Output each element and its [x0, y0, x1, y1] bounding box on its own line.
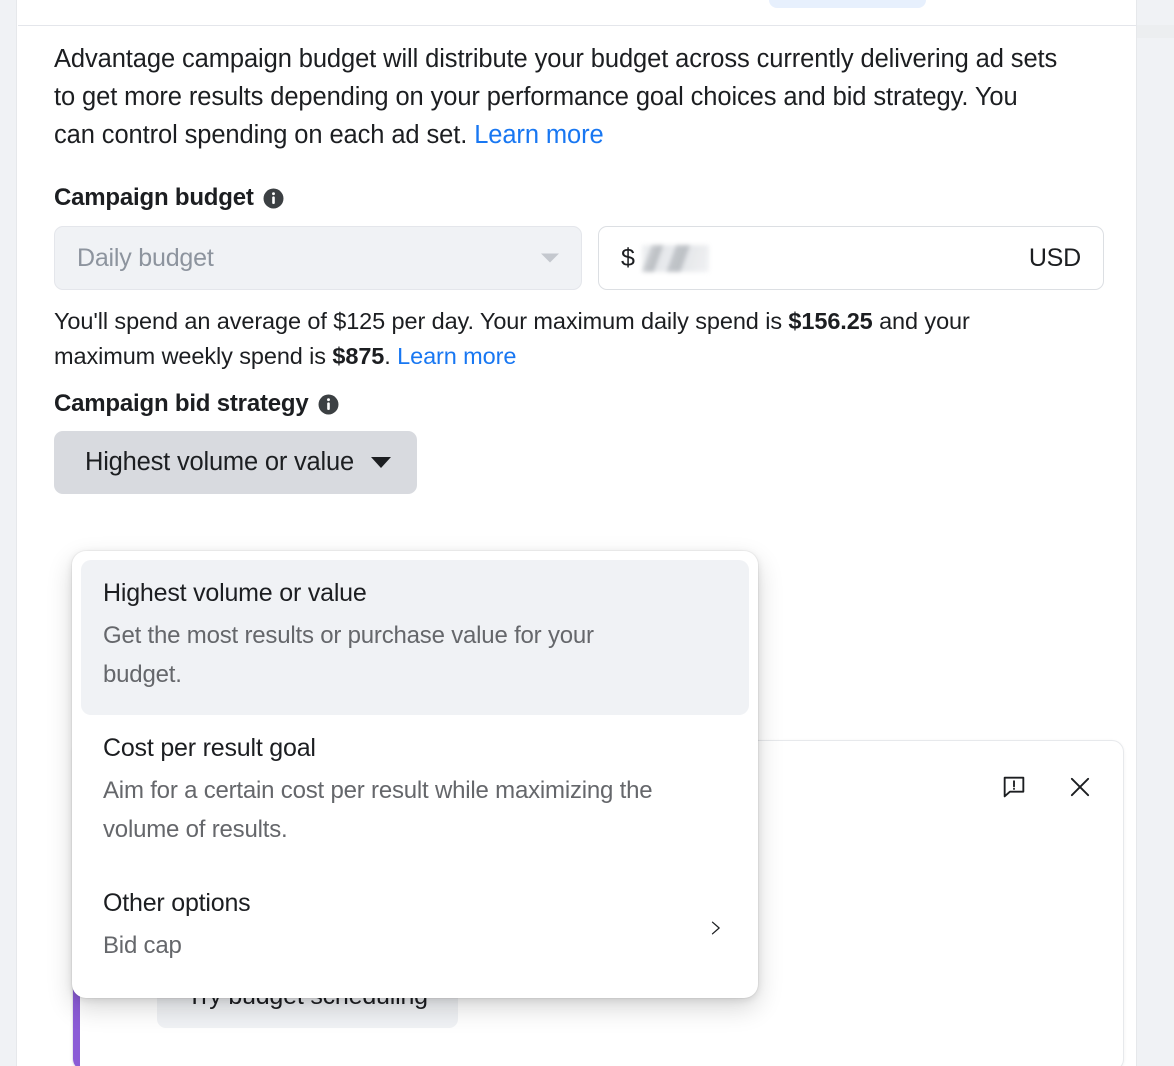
feedback-icon: [1000, 773, 1028, 804]
chevron-down-icon: [371, 457, 391, 468]
bid-strategy-dropdown-button[interactable]: Highest volume or value: [54, 431, 417, 494]
screen-root: Advantage campaign budget will distribut…: [0, 0, 1174, 1066]
chevron-down-icon: [541, 254, 559, 263]
page-gutter-right: [1136, 0, 1174, 1066]
page-gutter-left: [0, 0, 17, 1066]
budget-type-select-value: Daily budget: [77, 244, 214, 273]
feedback-icon-button[interactable]: [997, 771, 1031, 805]
helper-max-weekly-spend: $875: [332, 343, 384, 369]
campaign-budget-row: Daily budget $ USD: [54, 226, 1104, 290]
info-icon[interactable]: [318, 394, 339, 415]
helper-max-daily-spend: $156.25: [788, 308, 872, 334]
info-icon[interactable]: [263, 188, 284, 209]
dropdown-option-highest-volume-or-value[interactable]: Highest volume or value Get the most res…: [81, 560, 749, 715]
partial-box-top-right: [1137, 25, 1174, 38]
close-button[interactable]: [1063, 771, 1097, 805]
bid-strategy-selected-value: Highest volume or value: [85, 448, 354, 477]
dropdown-option-description: Get the most results or purchase value f…: [103, 616, 678, 694]
tip-card-actions: [997, 771, 1097, 805]
panel-top-strip: [18, 0, 1136, 25]
campaign-budget-panel: Advantage campaign budget will distribut…: [18, 26, 1136, 1066]
budget-helper-learn-more-link[interactable]: Learn more: [397, 343, 516, 369]
close-icon: [1066, 773, 1094, 804]
dropdown-option-description: Bid cap: [103, 926, 678, 965]
currency-code-label: USD: [1029, 244, 1081, 273]
helper-part-3: .: [384, 343, 397, 369]
partial-chip-top[interactable]: [769, 0, 926, 8]
budget-amount-value-redacted: [642, 245, 709, 272]
budget-type-select[interactable]: Daily budget: [54, 226, 582, 290]
dropdown-option-title: Highest volume or value: [103, 577, 727, 610]
campaign-bid-strategy-label: Campaign bid strategy: [54, 390, 1104, 418]
dropdown-option-description: Aim for a certain cost per result while …: [103, 771, 678, 849]
budget-spend-helper-text: You'll spend an average of $125 per day.…: [54, 304, 1069, 374]
campaign-bid-strategy-label-text: Campaign bid strategy: [54, 390, 309, 418]
panel-content: Advantage campaign budget will distribut…: [54, 40, 1104, 494]
helper-part-1: You'll spend an average of $125 per day.…: [54, 308, 788, 334]
advantage-budget-learn-more-link[interactable]: Learn more: [474, 121, 603, 149]
dropdown-option-title: Other options: [103, 887, 679, 920]
dropdown-option-other-options[interactable]: Other options Bid cap: [81, 870, 749, 986]
advantage-budget-description: Advantage campaign budget will distribut…: [54, 40, 1064, 154]
dropdown-option-cost-per-result-goal[interactable]: Cost per result goal Aim for a certain c…: [81, 715, 749, 870]
bid-strategy-dropdown-menu: Highest volume or value Get the most res…: [72, 551, 758, 998]
budget-amount-input[interactable]: $ USD: [598, 226, 1104, 290]
currency-symbol: $: [621, 244, 635, 273]
campaign-budget-label: Campaign budget: [54, 184, 1104, 212]
chevron-right-icon: [705, 918, 725, 938]
campaign-budget-label-text: Campaign budget: [54, 184, 254, 212]
dropdown-option-title: Cost per result goal: [103, 732, 727, 765]
